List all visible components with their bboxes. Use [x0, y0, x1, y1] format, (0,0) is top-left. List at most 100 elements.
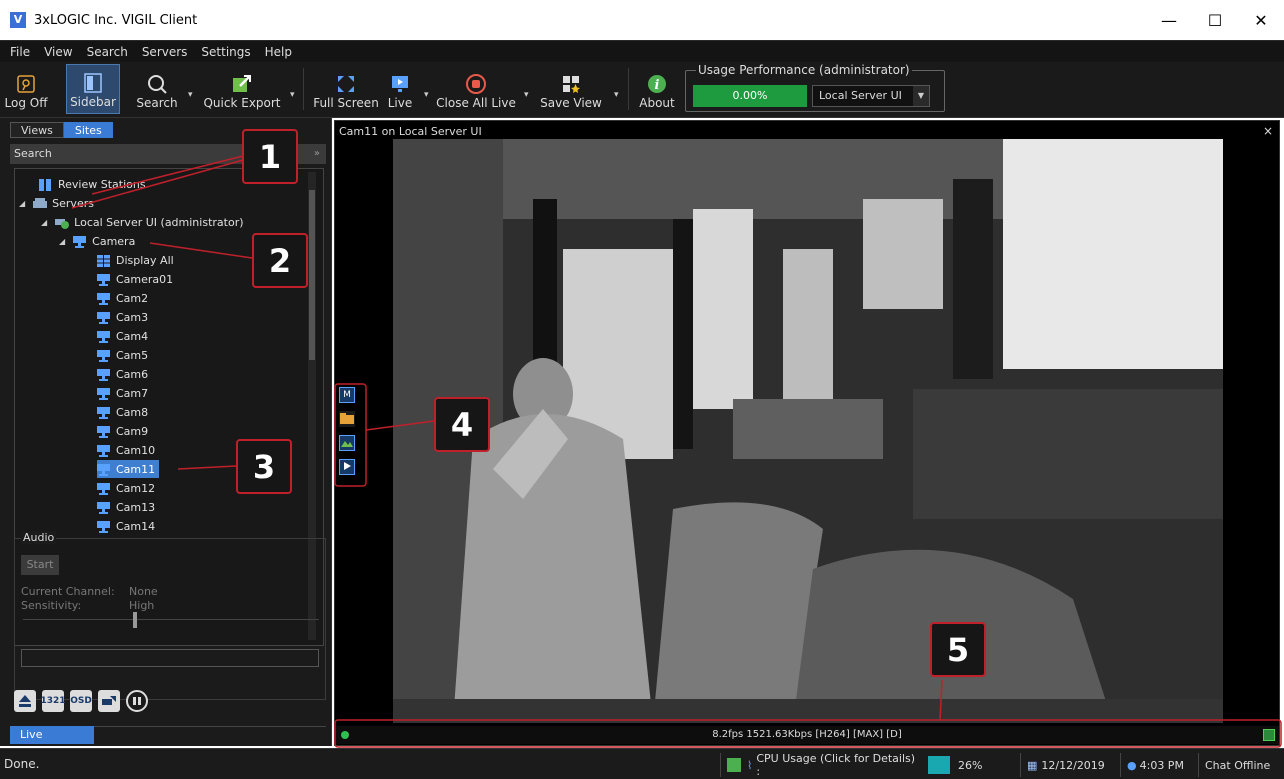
- chat-status[interactable]: Chat Offline: [1198, 753, 1280, 777]
- usage-bar: 0.00%: [693, 85, 807, 107]
- tab-live[interactable]: Live: [10, 726, 94, 744]
- sensitivity-slider-handle[interactable]: [133, 612, 137, 628]
- window-title: 3xLOGIC Inc. VIGIL Client: [34, 12, 198, 28]
- expand-arrow-icon[interactable]: ◢: [19, 199, 25, 208]
- record-icon[interactable]: [1263, 729, 1275, 741]
- menu-help[interactable]: Help: [265, 45, 292, 59]
- server-icon: [33, 197, 48, 209]
- full-screen-button[interactable]: Full Screen: [310, 64, 382, 114]
- camera-icon: [97, 387, 110, 400]
- tree-item-camera[interactable]: Camera01: [97, 270, 173, 288]
- server-select[interactable]: Local Server UI ▼: [812, 85, 930, 107]
- quick-export-button[interactable]: Quick Export: [202, 64, 282, 114]
- menu-servers[interactable]: Servers: [142, 45, 188, 59]
- audio-panel: Audio Start Current Channel: None Sensit…: [14, 531, 326, 700]
- tree-item-camera[interactable]: Cam7: [97, 384, 148, 402]
- status-text: Done.: [4, 757, 40, 771]
- search-dropdown-icon[interactable]: ▾: [188, 90, 193, 100]
- save-view-dropdown-icon[interactable]: ▾: [614, 90, 619, 100]
- camera-icon: [97, 520, 110, 533]
- tab-sites[interactable]: Sites: [63, 122, 113, 138]
- tree-item-camera[interactable]: Cam10: [97, 441, 155, 459]
- video-frame-image: [393, 139, 1223, 723]
- collapse-chevron-icon[interactable]: »: [314, 144, 320, 164]
- save-view-icon: [561, 74, 581, 94]
- menu-settings[interactable]: Settings: [201, 45, 250, 59]
- cpu-usage-button[interactable]: ⌇ CPU Usage (Click for Details) :: [720, 752, 950, 778]
- camera-icon: [97, 330, 110, 343]
- save-view-button[interactable]: Save View: [536, 64, 606, 114]
- minimize-button[interactable]: —: [1146, 0, 1192, 40]
- tree-item-camera[interactable]: Cam13: [97, 498, 155, 516]
- tree-item-servers[interactable]: ◢ Servers: [19, 194, 94, 212]
- eject-icon[interactable]: [14, 690, 36, 712]
- folder-export-icon[interactable]: [339, 411, 355, 427]
- tree-item-local-server[interactable]: ◢ Local Server UI (administrator): [41, 213, 244, 231]
- close-viewer-button[interactable]: ×: [1263, 124, 1273, 138]
- current-channel-value: None: [129, 585, 158, 598]
- tree-item-camera[interactable]: Cam9: [97, 422, 148, 440]
- sidebar-icon: [83, 73, 103, 93]
- tree-item-camera[interactable]: Cam12: [97, 479, 155, 497]
- camera-icon: [97, 292, 110, 305]
- camera-icon: [97, 273, 110, 286]
- close-window-button[interactable]: ✕: [1238, 0, 1284, 40]
- status-bar: Done. ⌇ CPU Usage (Click for Details) : …: [0, 748, 1284, 779]
- log-off-button[interactable]: Log Off: [5, 64, 47, 114]
- sensitivity-slider-track[interactable]: [23, 619, 319, 620]
- tree-item-camera[interactable]: Cam14: [97, 517, 155, 535]
- m-icon[interactable]: M: [339, 387, 355, 403]
- camera-icon: [97, 406, 110, 419]
- menu-search[interactable]: Search: [87, 45, 128, 59]
- playback-icon[interactable]: [339, 459, 355, 475]
- expand-arrow-icon[interactable]: ◢: [41, 218, 47, 227]
- search-button[interactable]: Search: [134, 64, 180, 114]
- calendar-icon: ▦: [1027, 758, 1038, 772]
- cpu-bar: [928, 756, 950, 774]
- timestamp-button[interactable]: 1321: [40, 690, 66, 712]
- camera-video-feed[interactable]: [393, 139, 1223, 723]
- pause-icon[interactable]: [126, 690, 148, 712]
- svg-text:i: i: [655, 78, 660, 93]
- scrollbar-thumb[interactable]: [309, 190, 315, 360]
- live-dropdown-icon[interactable]: ▾: [424, 90, 429, 100]
- tab-views[interactable]: Views: [10, 122, 64, 138]
- tree-item-camera[interactable]: Cam3: [97, 308, 148, 326]
- stream-info: 8.2fps 1521.63Kbps [H264] [MAX] [D]: [712, 729, 902, 740]
- callout-4: 4: [434, 397, 490, 452]
- expand-arrow-icon[interactable]: ◢: [59, 237, 65, 246]
- audio-start-button[interactable]: Start: [21, 555, 59, 575]
- tree-item-camera[interactable]: Cam6: [97, 365, 148, 383]
- maximize-button[interactable]: ☐: [1192, 0, 1238, 40]
- grid-icon: [97, 254, 110, 267]
- tree-item-display-all[interactable]: Display All: [97, 251, 174, 269]
- export-dropdown-icon[interactable]: ▾: [290, 90, 295, 100]
- close-live-dropdown-icon[interactable]: ▾: [524, 90, 529, 100]
- menu-bar: File View Search Servers Settings Help: [0, 40, 1284, 62]
- main-toolbar: Log Off Sidebar Search ▾ Quick Export ▾ …: [0, 62, 1284, 118]
- tree-item-camera[interactable]: Cam5: [97, 346, 148, 364]
- user-icon: [727, 758, 741, 772]
- usage-legend: Usage Performance (administrator): [696, 63, 912, 77]
- tree-item-review-stations[interactable]: Review Stations: [39, 175, 146, 193]
- tree-item-camera[interactable]: Cam11: [97, 460, 160, 478]
- snapshot-icon[interactable]: [339, 435, 355, 451]
- about-button[interactable]: i About: [636, 64, 678, 114]
- camera-icon: [97, 368, 110, 381]
- tree-item-camera[interactable]: Cam2: [97, 289, 148, 307]
- server-connected-icon: [55, 217, 70, 229]
- chevron-down-icon: ▼: [913, 86, 929, 106]
- tree-item-camera-group[interactable]: ◢ Camera: [59, 232, 135, 250]
- sidebar-button[interactable]: Sidebar: [66, 64, 120, 114]
- menu-file[interactable]: File: [10, 45, 30, 59]
- live-button[interactable]: Live: [384, 64, 416, 114]
- close-all-live-button[interactable]: Close All Live: [436, 64, 516, 114]
- ptz-icon[interactable]: [98, 690, 120, 712]
- sensitivity-label: Sensitivity:: [21, 599, 82, 612]
- tree-item-camera[interactable]: Cam8: [97, 403, 148, 421]
- view-control-row: 1321 OSD: [14, 690, 148, 712]
- menu-view[interactable]: View: [44, 45, 72, 59]
- tree-item-camera[interactable]: Cam4: [97, 327, 148, 345]
- osd-button[interactable]: OSD: [70, 690, 92, 712]
- current-channel-label: Current Channel:: [21, 585, 115, 598]
